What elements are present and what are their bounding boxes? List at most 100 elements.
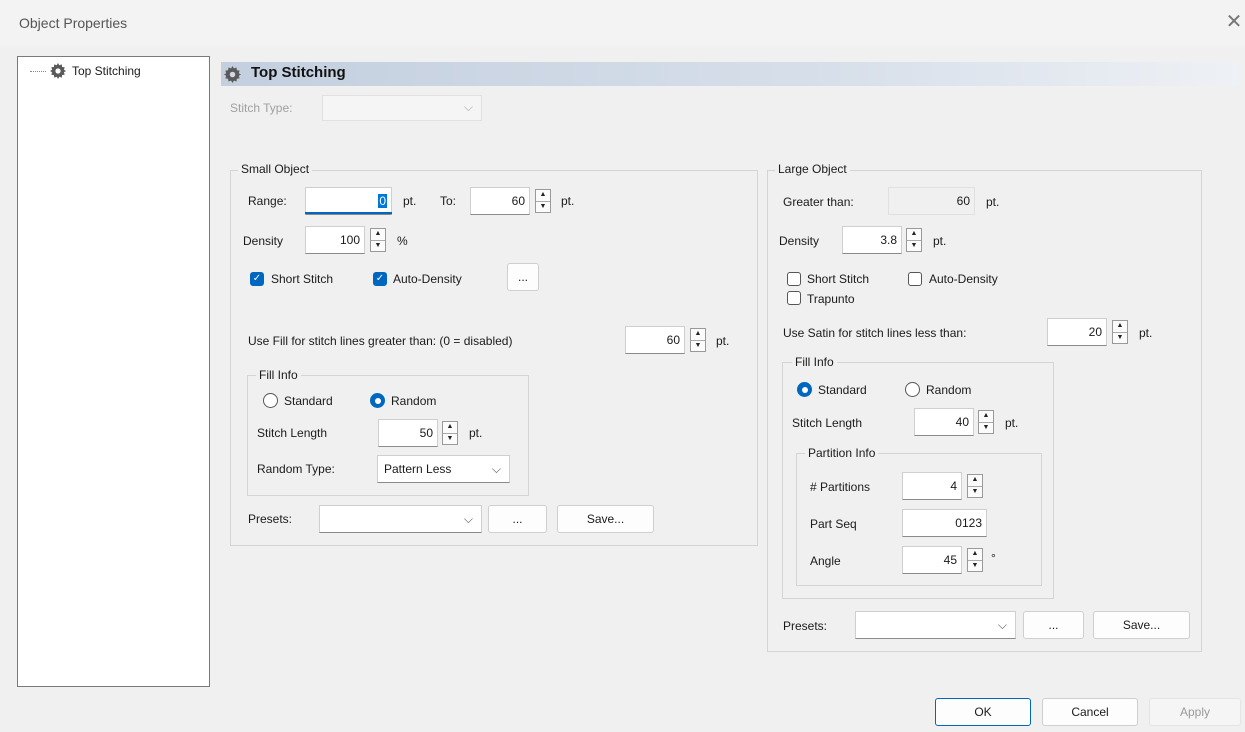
large-stitch-length-input[interactable]: 40: [914, 408, 974, 436]
use-fill-spinner[interactable]: ▲ ▼: [690, 328, 706, 352]
spin-down-icon[interactable]: ▼: [979, 421, 993, 434]
ok-button[interactable]: OK: [935, 698, 1031, 726]
spin-up-icon[interactable]: ▲: [968, 475, 982, 486]
spin-down-icon[interactable]: ▼: [968, 559, 982, 572]
use-fill-input[interactable]: 60: [625, 326, 685, 354]
density-value: 100: [339, 233, 360, 247]
window-title: Object Properties: [19, 15, 128, 31]
chevron-down-icon: ⌵: [463, 100, 473, 114]
large-fill-info-title: Fill Info: [792, 355, 837, 369]
small-random-radio[interactable]: [370, 393, 385, 408]
density-spinner[interactable]: ▲ ▼: [370, 228, 386, 252]
large-presets-label: Presets:: [783, 619, 828, 633]
large-object-title: Large Object: [775, 162, 850, 176]
small-presets-options-button[interactable]: ...: [488, 505, 547, 533]
small-standard-radio[interactable]: [263, 393, 278, 408]
tree-connector: [30, 70, 46, 72]
greater-than-input[interactable]: 60: [888, 187, 975, 215]
section-header: [221, 62, 1239, 86]
close-icon[interactable]: ✕: [1222, 10, 1245, 34]
small-presets-label: Presets:: [248, 512, 293, 526]
stitch-type-label: Stitch Type:: [230, 101, 293, 115]
use-satin-value: 20: [1088, 325, 1102, 339]
partitions-input[interactable]: 4: [902, 472, 962, 500]
small-stitch-length-input[interactable]: 50: [378, 419, 438, 447]
use-satin-input[interactable]: 20: [1047, 318, 1107, 346]
large-auto-density-checkbox[interactable]: [908, 272, 922, 286]
spin-down-icon[interactable]: ▼: [907, 239, 921, 252]
short-stitch-checkbox[interactable]: ✓: [250, 272, 264, 286]
large-stitch-length-value: 40: [955, 415, 969, 429]
large-stitch-length-spinner[interactable]: ▲ ▼: [978, 410, 994, 434]
density-input[interactable]: 100: [305, 226, 365, 254]
density-label: Density: [243, 234, 284, 248]
part-seq-label: Part Seq: [810, 517, 857, 531]
to-spinner[interactable]: ▲ ▼: [535, 189, 551, 213]
spin-down-icon[interactable]: ▼: [443, 432, 457, 445]
range-value: 0: [378, 194, 387, 208]
trapunto-checkbox[interactable]: [787, 291, 801, 305]
part-seq-input[interactable]: 0123: [902, 509, 987, 537]
use-fill-unit: pt.: [716, 334, 730, 348]
cancel-button[interactable]: Cancel: [1042, 698, 1138, 726]
large-density-input[interactable]: 3.8: [842, 226, 902, 254]
spin-up-icon[interactable]: ▲: [371, 229, 385, 240]
spin-down-icon[interactable]: ▼: [691, 339, 705, 352]
auto-density-label: Auto-Density: [393, 272, 462, 286]
use-satin-spinner[interactable]: ▲ ▼: [1112, 320, 1128, 344]
large-presets-select[interactable]: ⌵: [855, 611, 1016, 639]
range-focus-underline: [305, 212, 392, 214]
angle-spinner[interactable]: ▲ ▼: [967, 548, 983, 572]
large-stitch-length-label: Stitch Length: [792, 416, 863, 430]
auto-density-checkbox[interactable]: ✓: [373, 272, 387, 286]
use-fill-value: 60: [666, 333, 680, 347]
small-standard-label: Standard: [284, 394, 333, 408]
apply-button[interactable]: Apply: [1149, 698, 1241, 726]
small-object-title: Small Object: [238, 162, 313, 176]
gear-icon: [224, 66, 241, 83]
large-density-spinner[interactable]: ▲ ▼: [906, 228, 922, 252]
spin-up-icon[interactable]: ▲: [968, 549, 982, 560]
small-stitch-length-spinner[interactable]: ▲ ▼: [442, 421, 458, 445]
stitch-type-select[interactable]: ⌵: [322, 95, 482, 121]
partitions-spinner[interactable]: ▲ ▼: [967, 474, 983, 498]
large-presets-options-button[interactable]: ...: [1023, 611, 1084, 639]
spin-down-icon[interactable]: ▼: [536, 200, 550, 213]
spin-up-icon[interactable]: ▲: [443, 422, 457, 433]
to-value: 60: [511, 194, 525, 208]
spin-up-icon[interactable]: ▲: [536, 190, 550, 201]
spin-up-icon[interactable]: ▲: [691, 329, 705, 340]
angle-label: Angle: [810, 554, 841, 568]
small-presets-select[interactable]: ⌵: [319, 505, 482, 533]
random-type-select[interactable]: Pattern Less ⌵: [377, 455, 510, 483]
small-stitch-length-unit: pt.: [469, 426, 483, 440]
large-short-stitch-checkbox[interactable]: [787, 272, 801, 286]
chevron-down-icon: ⌵: [491, 462, 501, 476]
small-fill-info-title: Fill Info: [256, 368, 301, 382]
spin-up-icon[interactable]: ▲: [979, 411, 993, 422]
large-density-value: 3.8: [880, 233, 897, 247]
to-input[interactable]: 60: [470, 187, 530, 215]
tree-item-top-stitching[interactable]: Top Stitching: [30, 62, 141, 80]
random-type-label: Random Type:: [257, 462, 335, 476]
angle-unit: °: [991, 551, 996, 565]
angle-input[interactable]: 45: [902, 546, 962, 574]
small-stitch-length-label: Stitch Length: [257, 426, 328, 440]
large-standard-label: Standard: [818, 383, 867, 397]
large-standard-radio[interactable]: [797, 382, 812, 397]
auto-density-options-button[interactable]: ...: [507, 263, 539, 291]
large-auto-density-label: Auto-Density: [929, 272, 998, 286]
large-random-label: Random: [926, 383, 972, 397]
spin-down-icon[interactable]: ▼: [1113, 331, 1127, 344]
to-label: To:: [440, 194, 457, 208]
angle-value: 45: [943, 553, 957, 567]
range-input[interactable]: 0: [305, 187, 392, 215]
spin-down-icon[interactable]: ▼: [968, 485, 982, 498]
spin-down-icon[interactable]: ▼: [371, 239, 385, 252]
large-random-radio[interactable]: [905, 382, 920, 397]
use-satin-label: Use Satin for stitch lines less than:: [783, 326, 967, 340]
spin-up-icon[interactable]: ▲: [907, 229, 921, 240]
small-presets-save-button[interactable]: Save...: [557, 505, 654, 533]
large-presets-save-button[interactable]: Save...: [1093, 611, 1190, 639]
spin-up-icon[interactable]: ▲: [1113, 321, 1127, 332]
